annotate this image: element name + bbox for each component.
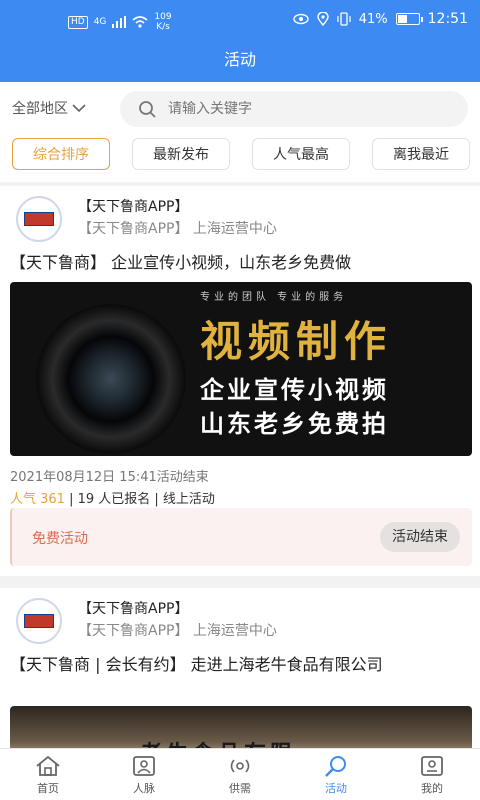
chevron-down-icon xyxy=(72,104,86,113)
tab-contacts[interactable]: 人脉 xyxy=(96,755,192,799)
battery-icon xyxy=(395,13,423,25)
status-bar: HD 4G 109 K/s 41% 12:51 xyxy=(0,0,480,42)
tab-label: 首页 xyxy=(37,782,59,795)
tab-home[interactable]: 首页 xyxy=(0,755,96,799)
activity-status-panel: 免费活动 活动结束 xyxy=(10,508,472,566)
page-title: 活动 xyxy=(0,42,480,82)
tab-activity[interactable]: 活动 xyxy=(288,755,384,799)
home-icon xyxy=(36,755,60,776)
post-title[interactable]: 【天下鲁商】 企业宣传小视频，山东老乡免费做 xyxy=(10,250,472,276)
banner-top-text: 专业的团队 专业的服务 xyxy=(200,292,348,303)
clock: 12:51 xyxy=(427,11,468,27)
org-name: 【天下鲁商APP】 xyxy=(78,199,189,215)
banner-line-2: 山东老乡免费拍 xyxy=(200,410,389,438)
org-logo xyxy=(16,598,62,644)
tab-label: 供需 xyxy=(229,782,251,795)
eye-icon xyxy=(293,13,309,25)
hd-indicator: HD xyxy=(68,15,88,29)
search-row: 全部地区 xyxy=(0,82,480,134)
filter-nearest[interactable]: 离我最近 xyxy=(372,138,470,170)
region-dropdown[interactable]: 全部地区 xyxy=(12,98,86,118)
activity-ended-button[interactable]: 活动结束 xyxy=(380,522,460,552)
activity-search-icon xyxy=(325,756,346,777)
tab-label: 我的 xyxy=(421,782,443,795)
org-row: 【天下鲁商APP】 【天下鲁商APP】 上海运营中心 xyxy=(16,196,466,242)
tab-label: 活动 xyxy=(325,782,347,795)
banner-line-1: 企业宣传小视频 xyxy=(200,376,389,404)
filter-latest[interactable]: 最新发布 xyxy=(132,138,230,170)
broadcast-icon xyxy=(230,759,250,773)
org-name: 【天下鲁商APP】 xyxy=(78,601,189,617)
bottom-tab-bar: 首页 人脉 供需 活动 我的 xyxy=(0,748,480,800)
contacts-icon xyxy=(133,756,155,776)
banner-headline: 视频制作 xyxy=(200,317,393,366)
post-title[interactable]: 【天下鲁商 | 会长有约】 走进上海老牛食品有限公司 xyxy=(10,652,472,678)
popularity: 人气 361 xyxy=(10,492,65,507)
free-activity-label: 免费活动 xyxy=(32,531,88,547)
post-stats: 人气 361 | 19 人已报名 | 线上活动 xyxy=(10,488,215,507)
wifi-icon xyxy=(132,16,148,28)
org-sub: 【天下鲁商APP】 上海运营中心 xyxy=(78,623,277,639)
tab-mine[interactable]: 我的 xyxy=(384,755,480,799)
tab-supply-demand[interactable]: 供需 xyxy=(192,755,288,799)
filter-popular[interactable]: 人气最高 xyxy=(252,138,350,170)
region-label: 全部地区 xyxy=(12,101,68,117)
tab-label: 人脉 xyxy=(133,782,155,795)
battery-percent: 41% xyxy=(358,11,388,27)
signal-label: 4G xyxy=(93,17,107,27)
status-right: 41% 12:51 xyxy=(293,11,468,27)
search-input[interactable] xyxy=(168,101,448,117)
signup-info: | 19 人已报名 | 线上活动 xyxy=(64,492,215,507)
profile-card-icon xyxy=(421,756,443,776)
search-box[interactable] xyxy=(120,91,468,127)
camera-lens-image xyxy=(36,304,186,454)
filter-comprehensive[interactable]: 综合排序 xyxy=(12,138,110,170)
location-icon xyxy=(317,12,329,26)
org-sub: 【天下鲁商APP】 上海运营中心 xyxy=(78,221,277,237)
org-logo xyxy=(16,196,62,242)
status-left: HD 4G 109 K/s xyxy=(68,12,172,32)
search-icon xyxy=(139,101,156,118)
activity-card[interactable]: 【天下鲁商APP】 【天下鲁商APP】 上海运营中心 【天下鲁商】 企业宣传小视… xyxy=(0,186,480,576)
post-banner[interactable]: 专业的团队 专业的服务 视频制作 企业宣传小视频 山东老乡免费拍 xyxy=(10,282,472,456)
post-date: 2021年08月12日 15:41活动结束 xyxy=(10,470,209,485)
filter-row: 综合排序 最新发布 人气最高 离我最近 xyxy=(0,134,480,182)
net-speed: 109 K/s xyxy=(154,12,172,32)
vibrate-icon xyxy=(337,12,351,26)
org-row: 【天下鲁商APP】 【天下鲁商APP】 上海运营中心 xyxy=(16,598,466,644)
signal-icon xyxy=(112,16,127,28)
